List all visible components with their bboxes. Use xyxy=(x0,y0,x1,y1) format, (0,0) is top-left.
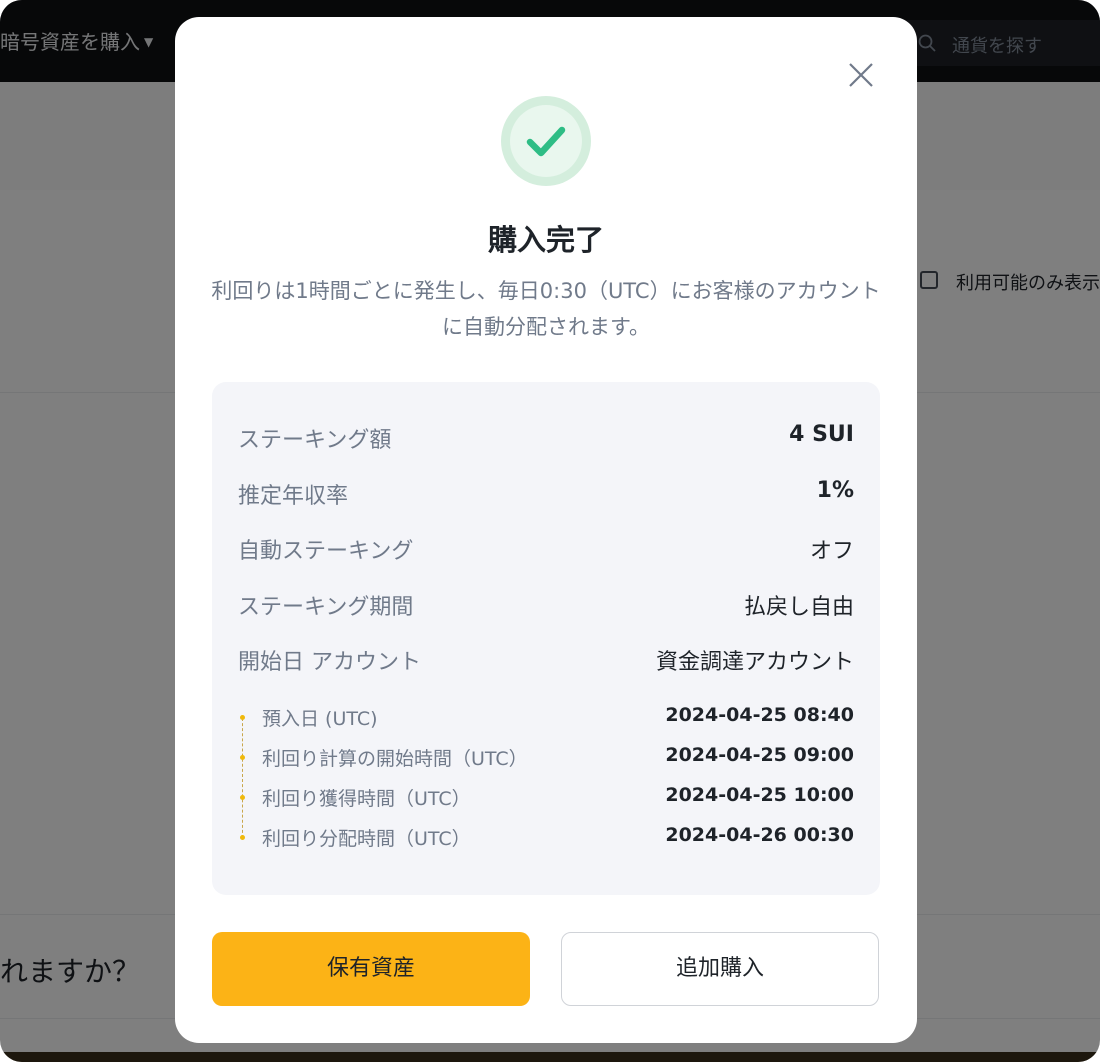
timeline-value: 2024-04-25 09:00 xyxy=(665,744,854,766)
timeline-label: 利回り計算の開始時間（UTC） xyxy=(262,748,528,770)
staking-summary-panel: ステーキング額 4 SUI 推定年収率 1% 自動ステーキング オフ ステーキン… xyxy=(212,382,880,895)
timeline-value: 2024-04-26 00:30 xyxy=(665,824,854,846)
close-icon[interactable] xyxy=(843,57,879,93)
buy-more-button[interactable]: 追加購入 xyxy=(561,932,879,1006)
summary-row-staking-amount: ステーキング額 4 SUI xyxy=(238,422,854,462)
timeline-row-yield-calc-start: 利回り計算の開始時間（UTC） 2024-04-25 09:00 xyxy=(238,744,854,774)
app-window: 暗号資産を購入▼ 通貨を探す 利用可能のみ表示 れますか？ xyxy=(0,0,1100,1062)
summary-label: ステーキング期間 xyxy=(238,595,414,620)
timeline-connector xyxy=(242,718,243,838)
summary-label: 自動ステーキング xyxy=(238,539,414,564)
summary-row-account: 開始日 アカウント 資金調達アカウント xyxy=(238,644,854,684)
purchase-complete-dialog: 購入完了 利回りは1時間ごとに発生し、毎日0:30（UTC）にお客様のアカウント… xyxy=(175,17,917,1043)
timeline-dot xyxy=(240,715,245,720)
summary-label: 推定年収率 xyxy=(238,484,349,509)
summary-value: 1% xyxy=(816,478,854,503)
timeline-label: 利回り獲得時間（UTC） xyxy=(262,788,471,810)
dialog-title: 購入完了 xyxy=(487,223,604,257)
summary-label: ステーキング額 xyxy=(238,428,392,453)
holdings-button[interactable]: 保有資産 xyxy=(212,932,530,1006)
summary-value: 資金調達アカウント xyxy=(655,650,854,675)
timeline-value: 2024-04-25 08:40 xyxy=(665,704,854,726)
summary-value: 4 SUI xyxy=(789,422,854,447)
timeline-value: 2024-04-25 10:00 xyxy=(665,784,854,806)
summary-row-staking-period: ステーキング期間 払戻し自由 xyxy=(238,589,854,629)
timeline-label: 預入日 (UTC) xyxy=(262,708,378,730)
summary-label: 開始日 アカウント xyxy=(238,650,421,675)
timeline-dot xyxy=(240,835,245,840)
summary-value: オフ xyxy=(809,539,854,564)
timeline-dot xyxy=(240,755,245,760)
timeline-label: 利回り分配時間（UTC） xyxy=(262,828,471,850)
summary-value: 払戻し自由 xyxy=(743,595,854,620)
summary-row-auto-staking: 自動ステーキング オフ xyxy=(238,533,854,573)
timeline-dot xyxy=(240,795,245,800)
timeline-row-yield-earned: 利回り獲得時間（UTC） 2024-04-25 10:00 xyxy=(238,784,854,814)
dialog-description: 利回りは1時間ごとに発生し、毎日0:30（UTC）にお客様のアカウントに自動分配… xyxy=(211,279,881,339)
summary-row-apr: 推定年収率 1% xyxy=(238,478,854,518)
timeline-row-deposit-date: 預入日 (UTC) 2024-04-25 08:40 xyxy=(238,704,854,734)
check-circle-icon xyxy=(501,96,591,186)
timeline-row-yield-distribution: 利回り分配時間（UTC） 2024-04-26 00:30 xyxy=(238,824,854,854)
